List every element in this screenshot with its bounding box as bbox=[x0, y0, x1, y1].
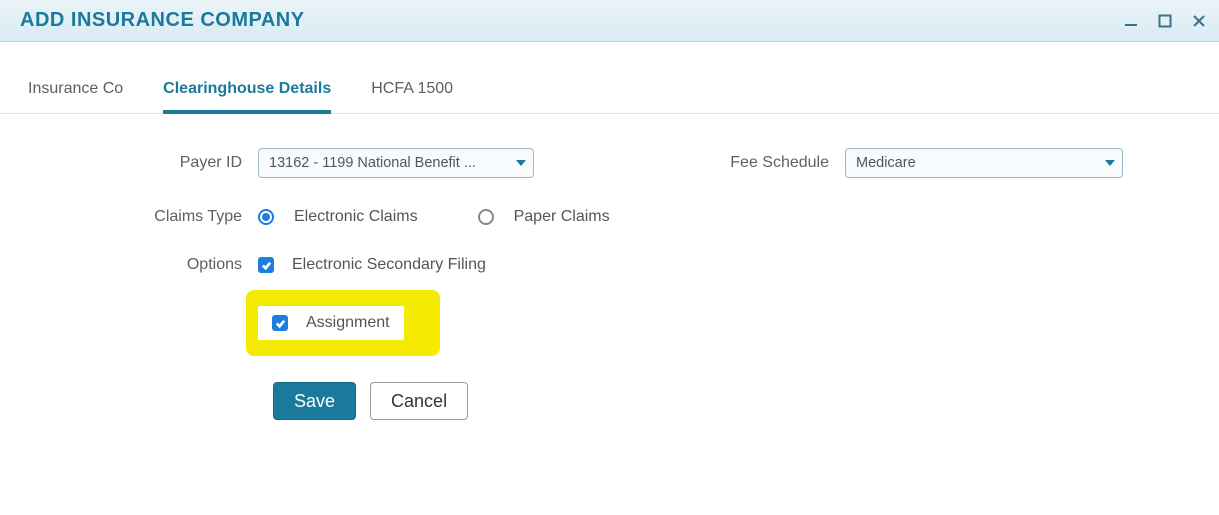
select-fee-schedule-value: Medicare bbox=[845, 148, 1123, 178]
checkbox-assignment[interactable]: Assignment bbox=[258, 306, 404, 340]
tabstrip: Insurance Co Clearinghouse Details HCFA … bbox=[0, 80, 1219, 114]
highlight-box: Assignment bbox=[246, 290, 440, 356]
select-fee-schedule[interactable]: Medicare bbox=[845, 148, 1123, 178]
radio-icon bbox=[478, 209, 494, 225]
cancel-button[interactable]: Cancel bbox=[370, 382, 468, 420]
label-payer-id: Payer ID bbox=[28, 154, 258, 172]
maximize-icon[interactable] bbox=[1157, 13, 1173, 29]
radio-group-claims-type: Electronic Claims Paper Claims bbox=[258, 208, 610, 226]
window-titlebar: ADD INSURANCE COMPANY bbox=[0, 0, 1219, 42]
label-fee-schedule: Fee Schedule bbox=[725, 154, 845, 172]
radio-electronic-claims[interactable]: Electronic Claims bbox=[258, 208, 418, 226]
select-payer-id-value: 13162 - 1199 National Benefit ... bbox=[258, 148, 534, 178]
radio-icon bbox=[258, 209, 274, 225]
form-area: Payer ID 13162 - 1199 National Benefit .… bbox=[0, 114, 1219, 460]
label-options: Options bbox=[28, 256, 258, 274]
checkbox-label: Electronic Secondary Filing bbox=[292, 256, 486, 274]
select-payer-id[interactable]: 13162 - 1199 National Benefit ... bbox=[258, 148, 534, 178]
close-icon[interactable] bbox=[1191, 13, 1207, 29]
label-claims-type: Claims Type bbox=[28, 208, 258, 226]
window-controls bbox=[1123, 13, 1207, 29]
checkbox-icon bbox=[258, 257, 274, 273]
options-block: Electronic Secondary Filing Assignment bbox=[258, 256, 486, 356]
radio-label: Electronic Claims bbox=[294, 208, 418, 226]
tab-hcfa-1500[interactable]: HCFA 1500 bbox=[371, 80, 453, 114]
window-title: ADD INSURANCE COMPANY bbox=[20, 9, 305, 32]
row-claims-type: Claims Type Electronic Claims Paper Clai… bbox=[28, 208, 1191, 226]
row-payer-fee: Payer ID 13162 - 1199 National Benefit .… bbox=[28, 148, 1191, 178]
save-button[interactable]: Save bbox=[273, 382, 356, 420]
checkbox-label: Assignment bbox=[306, 314, 390, 332]
minimize-icon[interactable] bbox=[1123, 13, 1139, 29]
checkbox-icon bbox=[272, 315, 288, 331]
radio-label: Paper Claims bbox=[514, 208, 610, 226]
checkbox-electronic-secondary-filing[interactable]: Electronic Secondary Filing bbox=[258, 256, 486, 274]
radio-paper-claims[interactable]: Paper Claims bbox=[478, 208, 610, 226]
tab-clearinghouse-details[interactable]: Clearinghouse Details bbox=[163, 80, 331, 114]
button-row: Save Cancel bbox=[273, 382, 1191, 420]
tab-insurance-co[interactable]: Insurance Co bbox=[28, 80, 123, 114]
row-options: Options Electronic Secondary Filing Assi… bbox=[28, 256, 1191, 356]
